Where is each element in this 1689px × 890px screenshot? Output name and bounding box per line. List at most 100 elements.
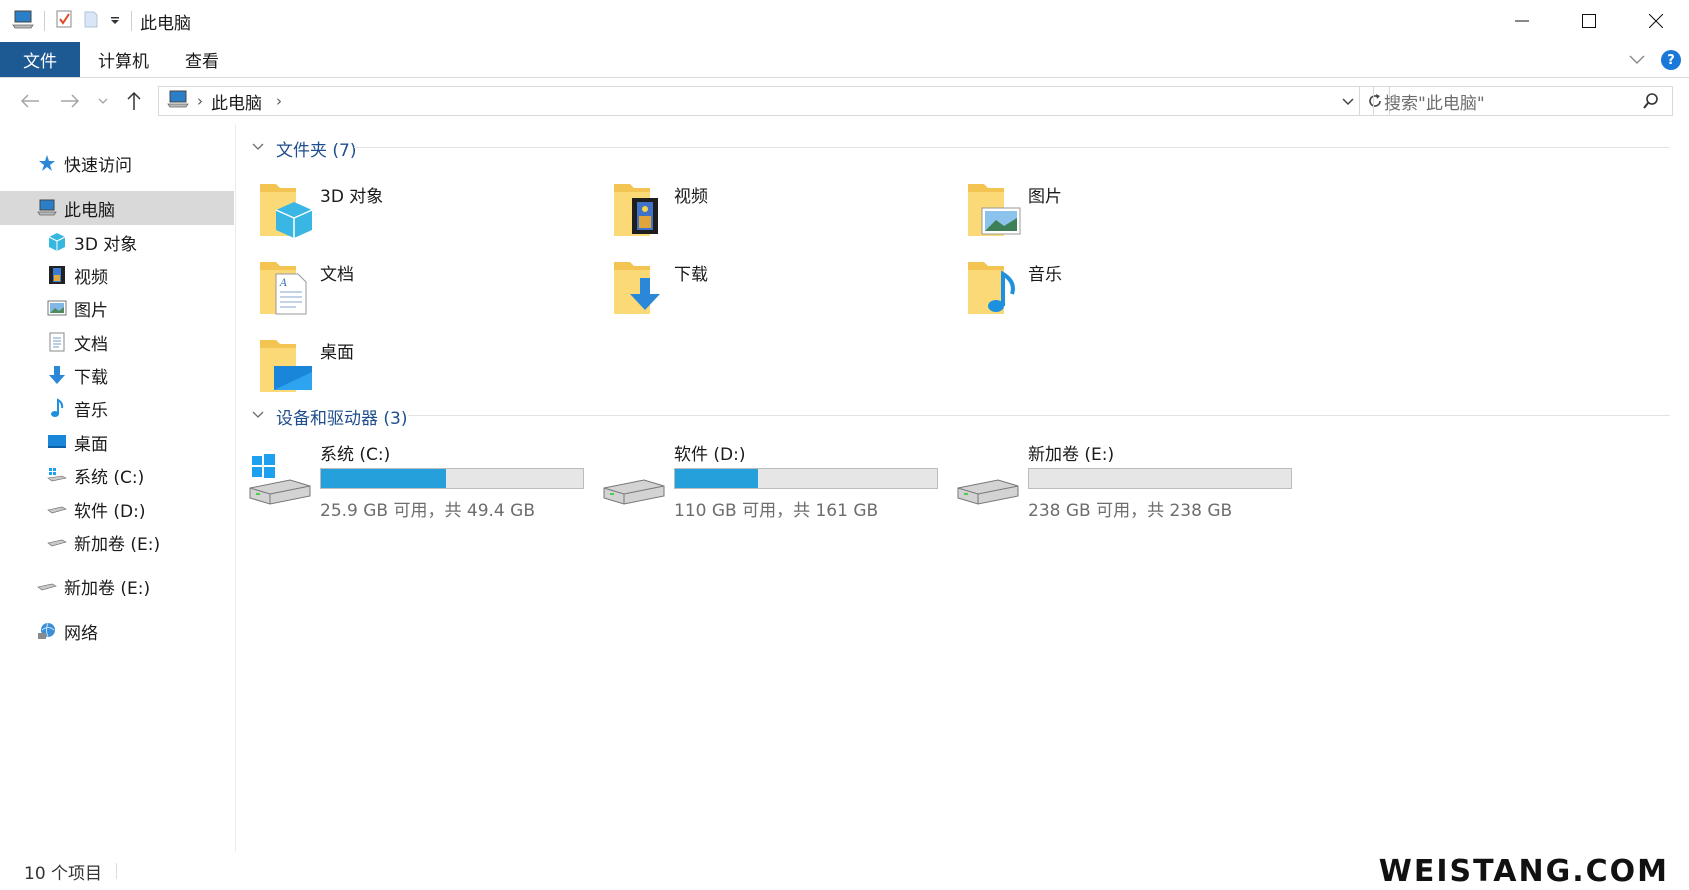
ribbon-tabs: 文件 计算机 查看 ? bbox=[0, 42, 1689, 78]
properties-icon[interactable] bbox=[55, 9, 73, 34]
chevron-down-icon bbox=[1342, 98, 1354, 106]
folder-tile-videos[interactable]: 视频 bbox=[592, 170, 952, 250]
computer-icon bbox=[36, 197, 58, 219]
drive-icon bbox=[600, 452, 668, 508]
chevron-down-icon bbox=[252, 409, 270, 424]
drive-usage-bar bbox=[1028, 468, 1292, 489]
chevron-down-icon bbox=[1629, 55, 1645, 64]
new-folder-icon[interactable] bbox=[83, 9, 99, 34]
drive-icon bbox=[954, 452, 1022, 508]
breadcrumb-separator[interactable]: › bbox=[276, 92, 282, 110]
drive-tile-d[interactable]: 软件 (D:) 110 GB 可用，共 161 GB bbox=[592, 436, 962, 521]
drive-tile-c[interactable]: 系统 (C:) 25.9 GB 可用，共 49.4 GB bbox=[238, 436, 608, 521]
sidebar-item-documents[interactable]: 文档 bbox=[0, 325, 234, 359]
group-title: 文件夹 (7) bbox=[276, 141, 357, 161]
drive-name: 系统 (C:) bbox=[320, 445, 391, 465]
group-header-folders[interactable]: 文件夹 (7) bbox=[252, 136, 356, 161]
tab-computer[interactable]: 计算机 bbox=[80, 42, 167, 77]
address-history-button[interactable] bbox=[1341, 91, 1355, 116]
ribbon-right-controls: ? bbox=[1629, 42, 1681, 78]
minimize-button[interactable] bbox=[1488, 0, 1555, 42]
svg-text:A: A bbox=[279, 278, 287, 289]
sidebar-item-drive-e[interactable]: 新加卷 (E:) bbox=[0, 525, 234, 559]
content-pane: 文件夹 (7) 3D 对象 视频 图片 A 文档 下载 音乐 桌面 设备和驱动器… bbox=[238, 124, 1678, 852]
computer-icon bbox=[167, 90, 189, 113]
status-bar: 10 个项目 WEISTANG.COM bbox=[0, 852, 1689, 890]
close-icon bbox=[1648, 14, 1663, 28]
up-button[interactable] bbox=[122, 88, 146, 114]
sidebar-item-network[interactable]: 网络 bbox=[0, 614, 234, 648]
breadcrumb-item[interactable]: 此电脑 bbox=[211, 89, 262, 114]
drive-usage-bar bbox=[320, 468, 584, 489]
folder-label: 桌面 bbox=[320, 343, 354, 363]
video-folder-icon bbox=[610, 176, 674, 240]
folder-label: 图片 bbox=[1028, 187, 1062, 207]
cube-icon bbox=[46, 231, 68, 253]
drive-icon bbox=[46, 498, 68, 520]
tab-file[interactable]: 文件 bbox=[0, 42, 80, 77]
downloads-folder-icon bbox=[610, 254, 674, 318]
sidebar-item-drive-c[interactable]: 系统 (C:) bbox=[0, 458, 234, 492]
close-button[interactable] bbox=[1622, 0, 1689, 42]
system-drive-icon bbox=[246, 452, 314, 508]
arrow-up-icon bbox=[127, 91, 141, 110]
folder-label: 文档 bbox=[320, 265, 354, 285]
sidebar-item-music[interactable]: 音乐 bbox=[0, 391, 234, 425]
sidebar-item-downloads[interactable]: 下载 bbox=[0, 358, 234, 392]
quick-access-toolbar bbox=[0, 0, 132, 42]
sidebar-item-3d-objects[interactable]: 3D 对象 bbox=[0, 225, 234, 259]
search-input[interactable]: 搜索"此电脑" bbox=[1384, 89, 1485, 114]
toolbar-separator bbox=[44, 11, 45, 31]
computer-icon[interactable] bbox=[12, 9, 34, 34]
status-separator bbox=[116, 863, 118, 879]
system-drive-icon bbox=[46, 464, 68, 486]
search-icon[interactable] bbox=[1642, 91, 1660, 116]
download-icon bbox=[46, 364, 68, 386]
drive-usage-bar bbox=[674, 468, 938, 489]
search-box[interactable]: 搜索"此电脑" bbox=[1373, 86, 1673, 116]
help-button[interactable]: ? bbox=[1661, 50, 1681, 70]
desktop-folder-icon bbox=[256, 332, 320, 396]
maximize-button[interactable] bbox=[1555, 0, 1622, 42]
tab-view[interactable]: 查看 bbox=[167, 42, 237, 77]
drive-usage-fill bbox=[675, 469, 759, 488]
folder-tile-documents[interactable]: A 文档 bbox=[238, 248, 598, 328]
sidebar-item-desktop[interactable]: 桌面 bbox=[0, 425, 234, 459]
chevron-down-icon bbox=[252, 141, 270, 156]
arrow-left-icon bbox=[20, 94, 39, 108]
cube-folder-icon bbox=[256, 176, 320, 240]
expand-ribbon-button[interactable] bbox=[1629, 50, 1645, 70]
folder-tile-downloads[interactable]: 下载 bbox=[592, 248, 952, 328]
drive-usage-fill bbox=[321, 469, 446, 488]
sidebar-item-drive-d[interactable]: 软件 (D:) bbox=[0, 492, 234, 526]
drive-icon bbox=[46, 531, 68, 553]
group-divider bbox=[408, 415, 1670, 416]
breadcrumb-separator[interactable]: › bbox=[197, 92, 203, 110]
watermark-text: WEISTANG.COM bbox=[1378, 854, 1669, 889]
folder-tile-pictures[interactable]: 图片 bbox=[946, 170, 1306, 250]
folder-tile-desktop[interactable]: 桌面 bbox=[238, 326, 598, 406]
folder-tile-3d-objects[interactable]: 3D 对象 bbox=[238, 170, 598, 250]
folder-label: 3D 对象 bbox=[320, 187, 384, 207]
network-icon bbox=[36, 620, 58, 642]
group-divider bbox=[354, 147, 1670, 148]
sidebar-item-quick-access[interactable]: 快速访问 bbox=[0, 146, 234, 180]
group-header-drives[interactable]: 设备和驱动器 (3) bbox=[252, 404, 407, 429]
customize-toolbar-icon[interactable] bbox=[109, 9, 121, 34]
drive-tile-e[interactable]: 新加卷 (E:) 238 GB 可用，共 238 GB bbox=[946, 436, 1316, 521]
forward-button[interactable] bbox=[58, 88, 82, 114]
desktop-icon bbox=[46, 431, 68, 453]
address-bar[interactable]: › 此电脑 › bbox=[158, 86, 1390, 116]
music-folder-icon bbox=[964, 254, 1028, 318]
sidebar-item-this-pc[interactable]: 此电脑 bbox=[0, 191, 234, 225]
folder-tile-music[interactable]: 音乐 bbox=[946, 248, 1306, 328]
sidebar-item-new-volume[interactable]: 新加卷 (E:) bbox=[0, 569, 234, 603]
recent-locations-button[interactable] bbox=[96, 88, 110, 114]
sidebar-item-videos[interactable]: 视频 bbox=[0, 258, 234, 292]
navigation-bar: › 此电脑 › 搜索"此电脑" bbox=[0, 78, 1689, 124]
minimize-icon bbox=[1514, 20, 1529, 22]
back-button[interactable] bbox=[18, 88, 42, 114]
folder-label: 下载 bbox=[674, 265, 708, 285]
sidebar-item-pictures[interactable]: 图片 bbox=[0, 291, 234, 325]
maximize-icon bbox=[1581, 14, 1596, 28]
